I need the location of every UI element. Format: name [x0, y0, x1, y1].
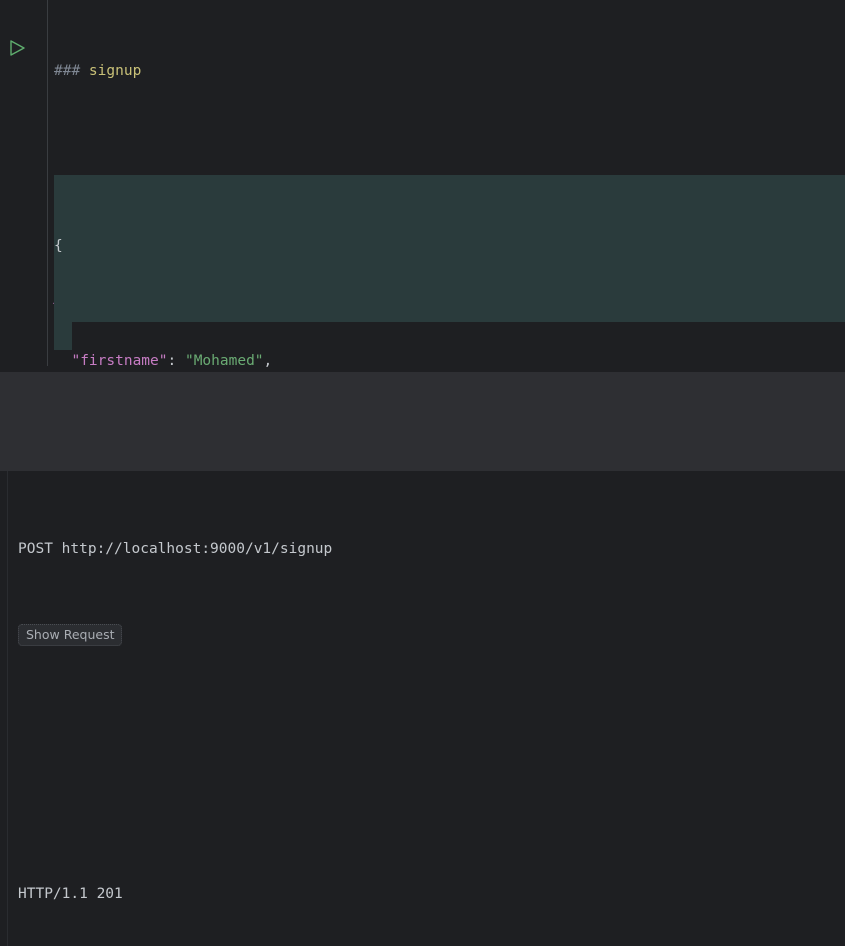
response-blank-line — [18, 794, 838, 823]
json-open-brace: { — [54, 238, 63, 255]
response-toolbar — [0, 428, 845, 899]
json-comma: , — [263, 352, 273, 369]
request-name-label: signup — [88, 63, 142, 80]
response-text: POST http://localhost:9000/v1/signup Sho… — [18, 477, 838, 946]
response-tab-bar: API Users | signup × — [0, 372, 845, 800]
api-client-window: ### signup POST http://localhost:9000/v1… — [0, 0, 845, 946]
request-name-comment-line: ### signup — [54, 57, 845, 86]
json-colon: : — [167, 352, 185, 369]
show-request-row: Show Request — [18, 621, 838, 650]
comment-hash: ### — [54, 63, 89, 80]
request-body-json[interactable]: { "firstname": "Mohamed", "lastname" : "… — [54, 175, 845, 372]
run-play-icon[interactable] — [8, 38, 26, 58]
json-key: "firstname" — [71, 352, 168, 369]
response-gutter-line — [7, 471, 8, 946]
response-output-panel[interactable]: POST http://localhost:9000/v1/signup Sho… — [0, 471, 845, 946]
json-field-row: "firstname": "Mohamed", — [54, 347, 845, 372]
response-request-line: POST http://localhost:9000/v1/signup — [18, 540, 333, 557]
json-open-brace-line: { — [54, 232, 845, 261]
show-request-button[interactable]: Show Request — [18, 624, 123, 647]
response-status-line: HTTP/1.1 201 — [18, 886, 123, 903]
gutter-divider — [47, 0, 48, 366]
json-value: "Mohamed" — [184, 352, 264, 369]
http-request-editor[interactable]: ### signup POST http://localhost:9000/v1… — [0, 0, 845, 372]
response-blank-line — [18, 707, 838, 736]
